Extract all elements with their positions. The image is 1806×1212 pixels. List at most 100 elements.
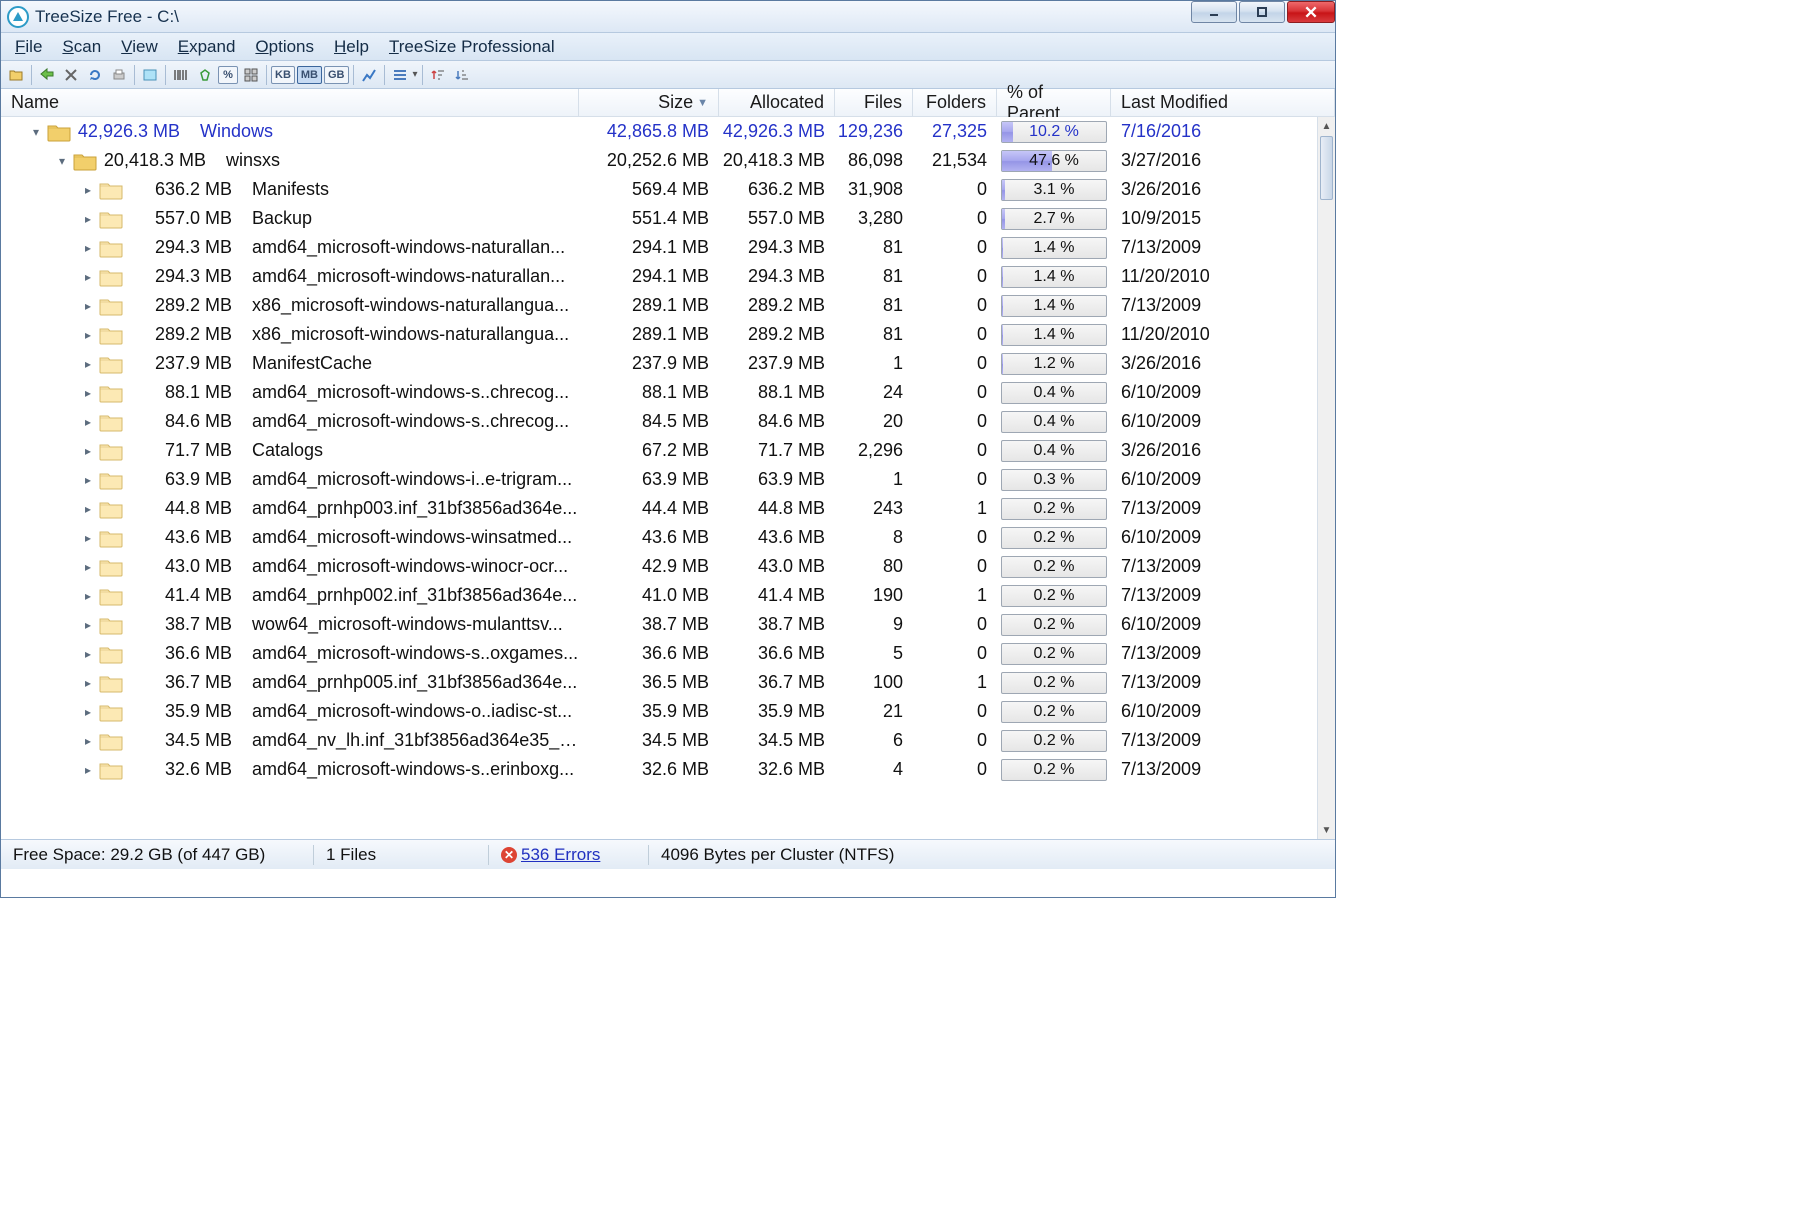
- chart-icon[interactable]: [358, 64, 380, 86]
- expand-icon[interactable]: ▸: [81, 676, 95, 690]
- row-folders: 0: [913, 614, 997, 635]
- minimize-button[interactable]: [1191, 1, 1237, 23]
- vertical-scrollbar[interactable]: ▲ ▼: [1317, 117, 1335, 839]
- folder-icon: [47, 122, 71, 142]
- table-row[interactable]: ▸ 44.8 MBamd64_prnhp003.inf_31bf3856ad36…: [1, 494, 1317, 523]
- expand-icon[interactable]: ▸: [81, 212, 95, 226]
- collapse-icon[interactable]: ▾: [55, 154, 69, 168]
- table-row[interactable]: ▸ 35.9 MBamd64_microsoft-windows-o..iadi…: [1, 697, 1317, 726]
- expand-icon[interactable]: ▸: [81, 734, 95, 748]
- grid-icon[interactable]: [240, 64, 262, 86]
- open-icon[interactable]: [5, 64, 27, 86]
- menu-item-scan[interactable]: Scan: [54, 35, 109, 59]
- table-row[interactable]: ▸ 63.9 MBamd64_microsoft-windows-i..e-tr…: [1, 465, 1317, 494]
- menu-item-file[interactable]: File: [7, 35, 50, 59]
- row-name: amd64_microsoft-windows-s..erinboxg...: [240, 759, 579, 780]
- menu-item-options[interactable]: Options: [247, 35, 322, 59]
- menu-item-help[interactable]: Help: [326, 35, 377, 59]
- table-row[interactable]: ▸ 71.7 MBCatalogs67.2 MB71.7 MB2,29600.4…: [1, 436, 1317, 465]
- column-header-percent[interactable]: % of Parent...: [997, 89, 1111, 116]
- table-row[interactable]: ▸ 294.3 MBamd64_microsoft-windows-natura…: [1, 262, 1317, 291]
- refresh-icon[interactable]: [84, 64, 106, 86]
- column-header-allocated[interactable]: Allocated: [719, 89, 835, 116]
- table-row[interactable]: ▸ 289.2 MBx86_microsoft-windows-naturall…: [1, 291, 1317, 320]
- sort-asc-icon[interactable]: [427, 64, 449, 86]
- row-folders: 0: [913, 179, 997, 200]
- row-size: 289.1 MB: [579, 324, 719, 345]
- expand-icon[interactable]: ▸: [81, 299, 95, 313]
- expand-icon[interactable]: ▸: [81, 357, 95, 371]
- close-button[interactable]: [1287, 1, 1335, 23]
- table-row[interactable]: ▸ 557.0 MBBackup551.4 MB557.0 MB3,28002.…: [1, 204, 1317, 233]
- table-row[interactable]: ▸ 38.7 MBwow64_microsoft-windows-mulantt…: [1, 610, 1317, 639]
- status-errors-link[interactable]: 536 Errors: [521, 845, 600, 865]
- table-row[interactable]: ▾ 20,418.3 MBwinsxs20,252.6 MB20,418.3 M…: [1, 146, 1317, 175]
- percent-button[interactable]: %: [218, 66, 238, 84]
- menu-item-view[interactable]: View: [113, 35, 166, 59]
- expand-icon[interactable]: ▸: [81, 560, 95, 574]
- maximize-button[interactable]: [1239, 1, 1285, 23]
- row-size-left: 294.3 MB: [127, 237, 240, 258]
- table-row[interactable]: ▸ 84.6 MBamd64_microsoft-windows-s..chre…: [1, 407, 1317, 436]
- table-row[interactable]: ▸ 237.9 MBManifestCache237.9 MB237.9 MB1…: [1, 349, 1317, 378]
- table-row[interactable]: ▸ 43.0 MBamd64_microsoft-windows-winocr-…: [1, 552, 1317, 581]
- expand-icon[interactable]: ▸: [81, 473, 95, 487]
- scroll-down-icon[interactable]: ▼: [1318, 821, 1335, 839]
- details-view-icon[interactable]: [389, 64, 411, 86]
- expand-icon[interactable]: ▸: [81, 763, 95, 777]
- table-row[interactable]: ▸ 41.4 MBamd64_prnhp002.inf_31bf3856ad36…: [1, 581, 1317, 610]
- table-row[interactable]: ▸ 289.2 MBx86_microsoft-windows-naturall…: [1, 320, 1317, 349]
- row-folders: 1: [913, 498, 997, 519]
- row-percent: 0.4 %: [997, 409, 1111, 435]
- explorer-icon[interactable]: [139, 64, 161, 86]
- table-row[interactable]: ▸ 636.2 MBManifests569.4 MB636.2 MB31,90…: [1, 175, 1317, 204]
- recycle-bin-icon[interactable]: [194, 64, 216, 86]
- expand-icon[interactable]: ▸: [81, 647, 95, 661]
- row-files: 80: [835, 556, 913, 577]
- delete-icon[interactable]: [60, 64, 82, 86]
- table-row[interactable]: ▸ 36.7 MBamd64_prnhp005.inf_31bf3856ad36…: [1, 668, 1317, 697]
- scrollbar-thumb[interactable]: [1320, 136, 1333, 200]
- table-row[interactable]: ▸ 32.6 MBamd64_microsoft-windows-s..erin…: [1, 755, 1317, 784]
- expand-icon[interactable]: ▸: [81, 241, 95, 255]
- unit-mb-button[interactable]: MB: [297, 66, 322, 84]
- print-icon[interactable]: [108, 64, 130, 86]
- tree-body[interactable]: ▾ 42,926.3 MBWindows42,865.8 MB42,926.3 …: [1, 117, 1335, 839]
- unit-gb-button[interactable]: GB: [324, 66, 349, 84]
- scroll-up-icon[interactable]: ▲: [1318, 117, 1335, 135]
- table-row[interactable]: ▸ 43.6 MBamd64_microsoft-windows-winsatm…: [1, 523, 1317, 552]
- menu-item-treesize-professional[interactable]: TreeSize Professional: [381, 35, 563, 59]
- expand-icon[interactable]: ▸: [81, 444, 95, 458]
- menu-item-expand[interactable]: Expand: [170, 35, 244, 59]
- title-bar: TreeSize Free - C:\: [1, 1, 1335, 33]
- column-header-name[interactable]: Name: [1, 89, 579, 116]
- table-row[interactable]: ▸ 294.3 MBamd64_microsoft-windows-natura…: [1, 233, 1317, 262]
- table-row[interactable]: ▸ 88.1 MBamd64_microsoft-windows-s..chre…: [1, 378, 1317, 407]
- expand-icon[interactable]: ▸: [81, 531, 95, 545]
- collapse-icon[interactable]: ▾: [29, 125, 43, 139]
- barcode-icon[interactable]: [170, 64, 192, 86]
- scan-icon[interactable]: [36, 64, 58, 86]
- expand-icon[interactable]: ▸: [81, 270, 95, 284]
- column-header-files[interactable]: Files: [835, 89, 913, 116]
- column-header-size[interactable]: Size ▼: [579, 89, 719, 116]
- folder-icon: [73, 151, 97, 171]
- expand-icon[interactable]: ▸: [81, 386, 95, 400]
- expand-icon[interactable]: ▸: [81, 618, 95, 632]
- column-header-folders[interactable]: Folders: [913, 89, 997, 116]
- table-row[interactable]: ▸ 36.6 MBamd64_microsoft-windows-s..oxga…: [1, 639, 1317, 668]
- column-header-modified[interactable]: Last Modified: [1111, 89, 1335, 116]
- expand-icon[interactable]: ▸: [81, 589, 95, 603]
- folder-icon: [99, 644, 123, 664]
- expand-icon[interactable]: ▸: [81, 183, 95, 197]
- table-row[interactable]: ▾ 42,926.3 MBWindows42,865.8 MB42,926.3 …: [1, 117, 1317, 146]
- sort-desc-icon[interactable]: [451, 64, 473, 86]
- unit-kb-button[interactable]: KB: [271, 66, 295, 84]
- expand-icon[interactable]: ▸: [81, 328, 95, 342]
- expand-icon[interactable]: ▸: [81, 415, 95, 429]
- row-allocated: 41.4 MB: [719, 585, 835, 606]
- expand-icon[interactable]: ▸: [81, 705, 95, 719]
- expand-icon[interactable]: ▸: [81, 502, 95, 516]
- dropdown-indicator-icon[interactable]: ▾: [413, 69, 418, 80]
- table-row[interactable]: ▸ 34.5 MBamd64_nv_lh.inf_31bf3856ad364e3…: [1, 726, 1317, 755]
